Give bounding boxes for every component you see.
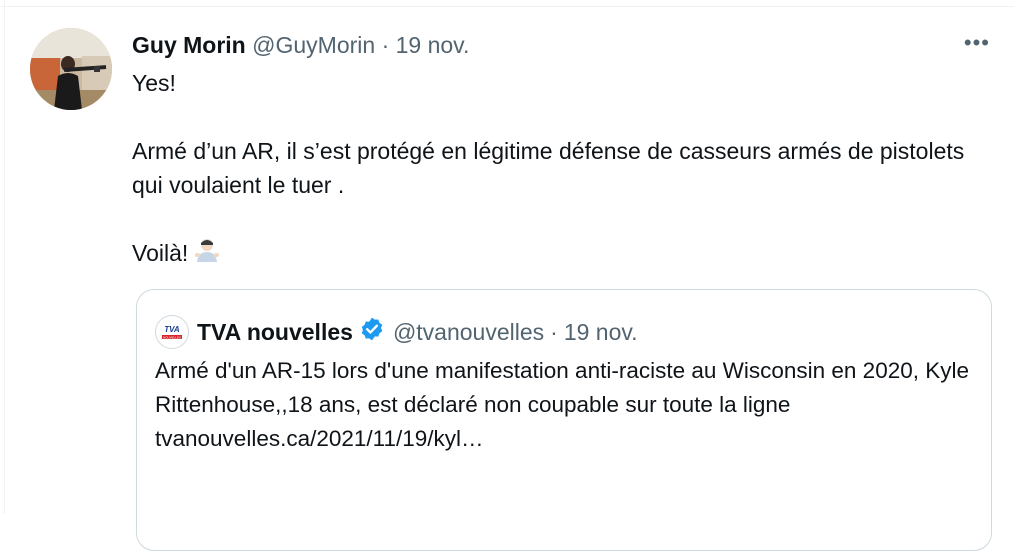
quoted-link[interactable]: tvanouvelles.ca/2021/11/19/kyl…	[155, 426, 484, 451]
avatar[interactable]	[30, 28, 112, 110]
quoted-date[interactable]: 19 nov.	[564, 318, 638, 346]
tweet-line: Armé d’un AR, il s’est protégé en légiti…	[132, 138, 965, 198]
author-handle[interactable]: @GuyMorin	[252, 32, 375, 58]
tweet[interactable]: Guy Morin @GuyMorin · 19 nov. ••• Yes! A…	[0, 0, 1014, 551]
tva-logo-subtext: NOUVELLES	[163, 335, 181, 339]
tweet-date[interactable]: 19 nov.	[396, 32, 470, 58]
tweet-line: Yes!	[132, 70, 176, 96]
tweet-text: Yes! Armé d’un AR, il s’est protégé en l…	[132, 66, 982, 272]
quoted-tweet[interactable]: TVA NOUVELLES TVA nouvelles @tvanouvelle…	[136, 289, 992, 551]
separator: ·	[381, 32, 390, 58]
tweet-header: Guy Morin @GuyMorin · 19 nov.	[132, 31, 469, 59]
verified-badge-icon	[359, 316, 385, 348]
more-icon[interactable]: •••	[964, 30, 990, 56]
quoted-text: Armé d'un AR-15 lors d'une manifestation…	[155, 358, 970, 417]
quoted-author-handle[interactable]: @tvanouvelles	[393, 318, 544, 346]
tva-logo-icon[interactable]: TVA NOUVELLES	[155, 315, 189, 349]
quoted-tweet-header: TVA NOUVELLES TVA nouvelles @tvanouvelle…	[155, 315, 638, 349]
quoted-tweet-text: Armé d'un AR-15 lors d'une manifestation…	[155, 354, 975, 456]
author-name[interactable]: Guy Morin	[132, 32, 246, 58]
separator: ·	[550, 319, 558, 345]
tva-logo-text: TVA	[164, 325, 180, 334]
shrug-emoji-icon	[194, 237, 220, 272]
tweet-line: Voilà!	[132, 240, 189, 266]
quoted-author-name[interactable]: TVA nouvelles	[197, 318, 353, 346]
tweet-line-last: Voilà!	[132, 236, 982, 272]
